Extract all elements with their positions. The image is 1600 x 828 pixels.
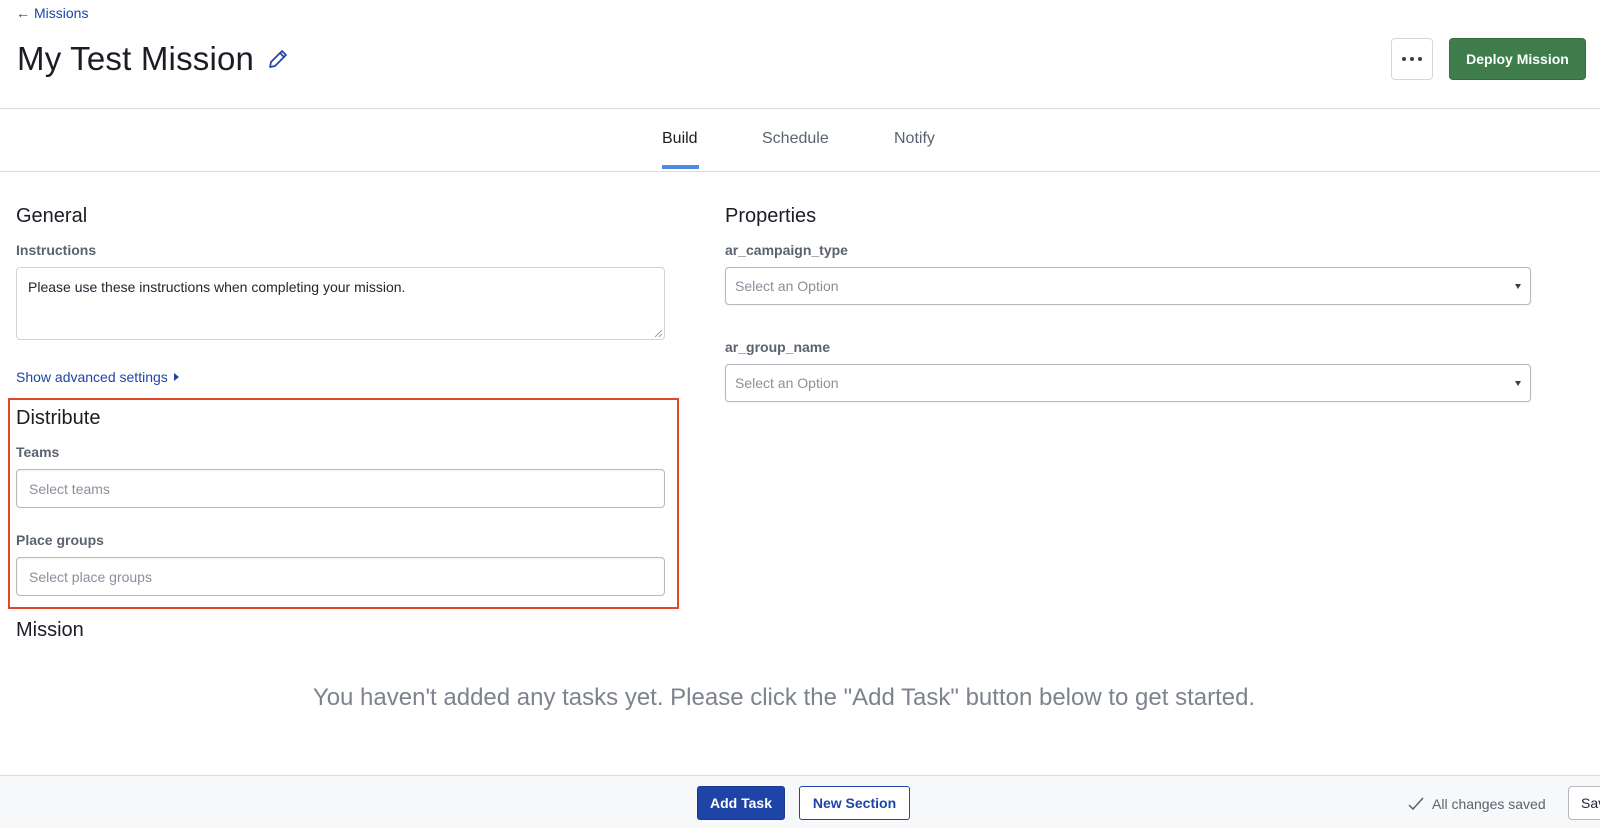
tab-bar: Build Schedule Notify (0, 109, 1600, 171)
more-options-button[interactable] (1391, 38, 1433, 80)
tab-notify[interactable]: Notify (894, 130, 935, 148)
new-section-button[interactable]: New Section (799, 786, 910, 820)
page-title: My Test Mission (17, 40, 255, 77)
back-link-label: Missions (34, 5, 89, 21)
teams-select-input[interactable] (16, 469, 665, 508)
campaign-type-dropdown[interactable]: Select an Option (725, 267, 1531, 305)
campaign-type-label: ar_campaign_type (725, 242, 848, 258)
arrow-left-icon: ← (16, 5, 30, 21)
caret-right-icon (173, 373, 179, 381)
distribute-heading: Distribute (16, 407, 101, 429)
active-tab-indicator (662, 165, 699, 169)
pencil-icon[interactable] (266, 47, 290, 71)
resize-grip-icon[interactable] (653, 328, 663, 338)
group-name-dropdown[interactable]: Select an Option (725, 364, 1531, 402)
tab-schedule[interactable]: Schedule (762, 130, 829, 148)
save-status: All changes saved (1408, 796, 1546, 812)
ellipsis-dot (1418, 57, 1422, 61)
ellipsis-dot (1410, 57, 1414, 61)
tab-build[interactable]: Build (662, 130, 698, 148)
check-icon (1408, 796, 1424, 812)
group-name-label: ar_group_name (725, 339, 831, 355)
instructions-label: Instructions (16, 242, 97, 258)
chevron-down-icon (1515, 380, 1521, 386)
instructions-textarea[interactable]: Please use these instructions when compl… (16, 267, 665, 340)
ellipsis-icon (1402, 57, 1406, 61)
chevron-down-icon (1515, 283, 1521, 289)
back-to-missions-link[interactable]: ← Missions (16, 5, 88, 21)
group-name-value: Select an Option (735, 375, 839, 391)
add-task-button[interactable]: Add Task (697, 786, 785, 820)
place-groups-select-input[interactable] (16, 557, 665, 596)
deploy-mission-button[interactable]: Deploy Mission (1449, 38, 1586, 80)
properties-heading: Properties (725, 205, 817, 227)
empty-tasks-message: You haven't added any tasks yet. Please … (312, 684, 1256, 711)
save-status-label: All changes saved (1432, 796, 1546, 812)
campaign-type-value: Select an Option (735, 278, 839, 294)
mission-heading: Mission (16, 619, 84, 641)
place-groups-label: Place groups (16, 532, 104, 548)
advanced-settings-label: Show advanced settings (16, 369, 168, 385)
show-advanced-settings-link[interactable]: Show advanced settings (16, 369, 179, 385)
general-heading: General (16, 205, 88, 227)
title-row: My Test Mission (17, 40, 290, 78)
save-button[interactable]: Sav (1568, 786, 1600, 820)
teams-label: Teams (16, 444, 60, 460)
tabs-divider (0, 171, 1600, 172)
